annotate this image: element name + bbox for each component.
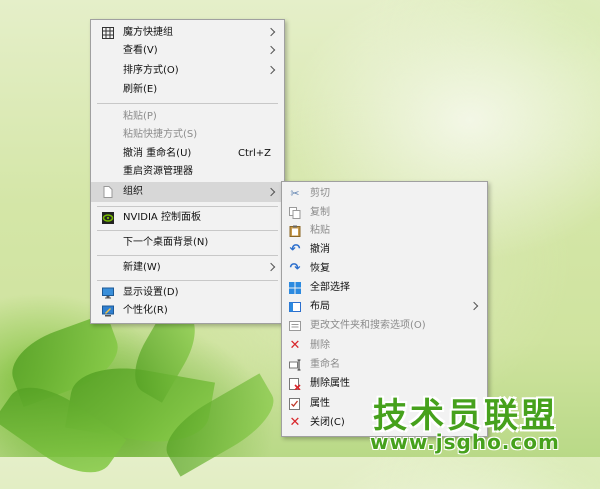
menu-item-mofang[interactable]: 魔方快捷组 [91, 24, 284, 42]
menu-item-view[interactable]: 查看(V) [91, 42, 284, 60]
menu-item-label: 显示设置(D) [123, 287, 179, 298]
menu-item-display-settings[interactable]: 显示设置(D) [91, 284, 284, 302]
chevron-right-icon [266, 45, 276, 55]
folder-options-icon [289, 320, 301, 332]
menu-item-label: NVIDIA 控制面板 [123, 212, 201, 223]
menu-item-label: 魔方快捷组 [123, 27, 173, 38]
menu-item-restart-explorer[interactable]: 重启资源管理器 [91, 163, 284, 181]
menu-item-label: 排序方式(O) [123, 65, 179, 76]
submenu-item-select-all[interactable]: 全部选择 [282, 279, 487, 297]
chevron-right-icon [266, 27, 276, 37]
menu-separator [97, 230, 278, 231]
redo-icon: ↷ [289, 261, 301, 276]
menu-item-label: 属性 [310, 398, 330, 409]
menu-item-paste[interactable]: 粘贴(P) [91, 108, 284, 126]
menu-item-label: 全部选择 [310, 282, 350, 293]
copy-icon [289, 207, 301, 219]
menu-item-label: 粘贴快捷方式(S) [123, 129, 198, 140]
submenu-item-paste[interactable]: 粘贴 [282, 222, 487, 240]
submenu-item-redo[interactable]: ↷ 恢复 [282, 260, 487, 278]
nvidia-icon [102, 212, 114, 224]
submenu-item-delete[interactable]: ✕ 删除 [282, 337, 487, 355]
menu-item-paste-shortcut[interactable]: 粘贴快捷方式(S) [91, 126, 284, 144]
menu-item-nvidia[interactable]: NVIDIA 控制面板 [91, 209, 284, 227]
menu-item-label: 布局 [310, 301, 330, 312]
menu-item-label: 个性化(R) [123, 305, 168, 316]
grid-icon [102, 27, 114, 39]
close-icon: ✕ [289, 415, 301, 430]
menu-separator [97, 206, 278, 207]
menu-item-personalize[interactable]: 个性化(R) [91, 302, 284, 320]
monitor-icon [102, 287, 114, 299]
menu-item-label: 重启资源管理器 [123, 166, 193, 177]
personalize-icon [102, 305, 114, 317]
menu-item-sort[interactable]: 排序方式(O) [91, 62, 284, 80]
watermark-url: www.jsgho.com [370, 430, 560, 454]
submenu-item-undo[interactable]: ↶ 撤消 [282, 241, 487, 259]
menu-item-label: 粘贴 [310, 225, 330, 236]
menu-item-undo-rename[interactable]: 撤消 重命名(U) Ctrl+Z [91, 145, 284, 163]
scissors-icon: ✂ [290, 187, 300, 200]
menu-item-organize[interactable]: 组织 [91, 182, 284, 202]
menu-item-label: 删除属性 [310, 378, 350, 389]
menu-item-label: 组织 [123, 186, 143, 197]
rename-icon [289, 359, 301, 371]
menu-item-label: 删除 [310, 340, 330, 351]
chevron-right-icon [266, 187, 276, 197]
menu-separator [97, 255, 278, 256]
menu-item-label: 复制 [310, 207, 330, 218]
menu-item-label: 撤消 重命名(U) [123, 148, 192, 159]
shortcut-text: Ctrl+Z [238, 148, 272, 159]
layout-icon [289, 301, 301, 313]
menu-separator [97, 280, 278, 281]
submenu-item-cut[interactable]: ✂ 剪切 [282, 185, 487, 203]
menu-item-label: 新建(W) [123, 262, 161, 273]
document-icon [102, 186, 114, 198]
menu-item-refresh[interactable]: 刷新(E) [91, 81, 284, 99]
desktop-context-menu: 魔方快捷组 查看(V) 排序方式(O) 刷新(E) 粘贴(P) 粘贴快捷方式(S… [90, 19, 285, 324]
undo-icon: ↶ [289, 242, 301, 257]
menu-item-next-background[interactable]: 下一个桌面背景(N) [91, 234, 284, 252]
menu-item-label: 重命名 [310, 359, 340, 370]
menu-item-label: 剪切 [310, 188, 330, 199]
menu-item-label: 粘贴(P) [123, 111, 157, 122]
delete-icon: ✕ [289, 338, 301, 353]
submenu-item-rename[interactable]: 重命名 [282, 356, 487, 374]
menu-item-label: 关闭(C) [310, 417, 345, 428]
menu-item-new[interactable]: 新建(W) [91, 259, 284, 277]
properties-icon [289, 398, 301, 410]
menu-item-label: 查看(V) [123, 45, 158, 56]
menu-item-label: 下一个桌面背景(N) [123, 237, 209, 248]
submenu-item-folder-options[interactable]: 更改文件夹和搜索选项(O) [282, 317, 487, 335]
menu-item-label: 撤消 [310, 244, 330, 255]
menu-item-label: 恢复 [310, 263, 330, 274]
menu-item-label: 更改文件夹和搜索选项(O) [310, 320, 426, 331]
chevron-right-icon [469, 301, 479, 311]
clipboard-icon [289, 225, 301, 237]
submenu-item-layout[interactable]: 布局 [282, 298, 487, 316]
chevron-right-icon [266, 65, 276, 75]
remove-properties-icon [289, 378, 301, 391]
menu-item-label: 刷新(E) [123, 84, 158, 95]
submenu-item-copy[interactable]: 复制 [282, 204, 487, 222]
select-all-icon [289, 282, 301, 294]
chevron-right-icon [266, 262, 276, 272]
menu-separator [97, 103, 278, 104]
